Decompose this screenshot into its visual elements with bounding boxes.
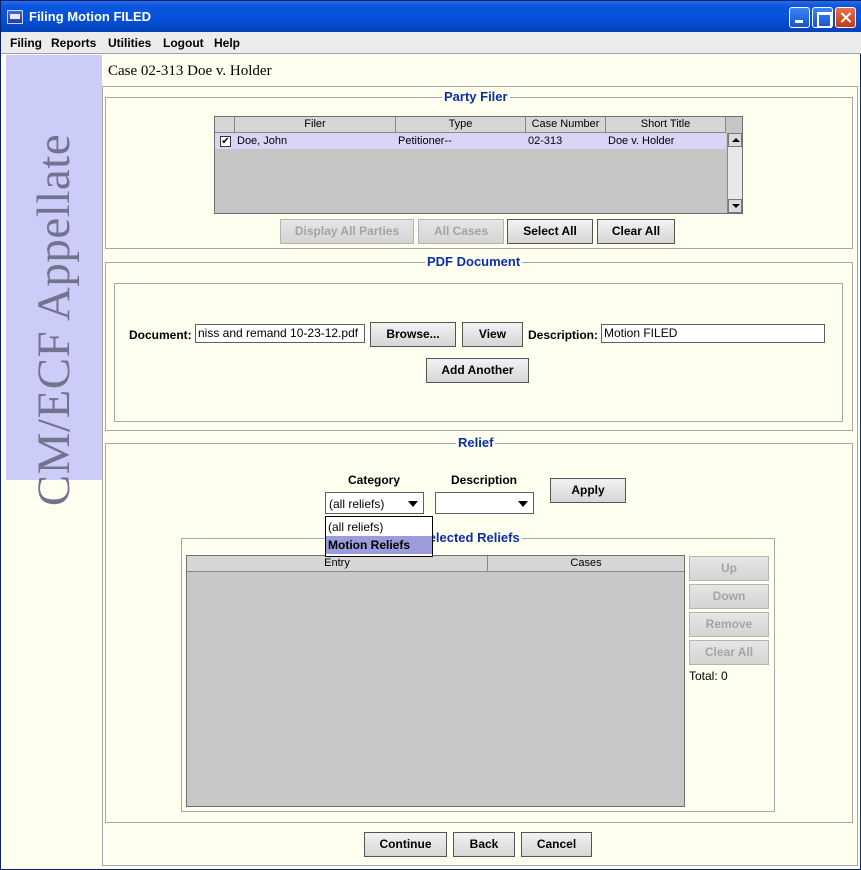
app-window: Filing Motion FILED Filing Reports Utili… bbox=[0, 0, 861, 870]
banner: CM/ECF Appellate bbox=[6, 55, 102, 506]
back-button[interactable]: Back bbox=[453, 832, 515, 857]
relief-title: Relief bbox=[456, 435, 496, 450]
category-select[interactable]: (all reliefs) bbox=[325, 492, 424, 514]
pdf-document-inner bbox=[114, 283, 843, 422]
dropdown-option-all-reliefs[interactable]: (all reliefs) bbox=[326, 518, 432, 536]
add-another-button[interactable]: Add Another bbox=[426, 358, 529, 383]
continue-button[interactable]: Continue bbox=[364, 832, 447, 857]
display-all-parties-button[interactable]: Display All Parties bbox=[280, 219, 414, 244]
table-header-check bbox=[215, 117, 235, 133]
browse-button[interactable]: Browse... bbox=[370, 322, 456, 347]
description-field[interactable]: Motion FILED bbox=[601, 324, 825, 343]
selected-reliefs-title: Selected Reliefs bbox=[418, 530, 522, 545]
title-bar[interactable]: Filing Motion FILED bbox=[1, 1, 861, 32]
clear-all-reliefs-button[interactable]: Clear All bbox=[689, 640, 769, 665]
category-label: Category bbox=[348, 473, 401, 487]
apply-button[interactable]: Apply bbox=[550, 478, 626, 503]
clear-all-button[interactable]: Clear All bbox=[597, 219, 675, 244]
table-header-short-title[interactable]: Short Title bbox=[606, 117, 726, 133]
menu-bar: Filing Reports Utilities Logout Help bbox=[1, 32, 861, 54]
minimize-button[interactable] bbox=[789, 7, 810, 28]
select-all-button[interactable]: Select All bbox=[507, 219, 593, 244]
table-header-filer[interactable]: Filer bbox=[235, 117, 396, 133]
description-label: Description: bbox=[528, 328, 599, 342]
category-select-value: (all reliefs) bbox=[329, 497, 385, 511]
category-dropdown-list[interactable]: (all reliefs) Motion Reliefs bbox=[325, 516, 433, 557]
selected-reliefs-table[interactable]: Entry Cases bbox=[186, 555, 685, 807]
party-filer-title: Party Filer bbox=[442, 89, 510, 104]
down-button[interactable]: Down bbox=[689, 584, 769, 609]
menu-filing[interactable]: Filing bbox=[10, 36, 42, 50]
menu-reports[interactable]: Reports bbox=[51, 36, 96, 50]
cancel-button[interactable]: Cancel bbox=[521, 832, 592, 857]
row-checkbox[interactable]: ✔ bbox=[220, 136, 231, 147]
table-header-cases[interactable]: Cases bbox=[488, 556, 684, 572]
cell-case-number: 02-313 bbox=[528, 135, 563, 147]
document-label: Document: bbox=[129, 328, 192, 342]
cell-filer: Doe, John bbox=[237, 135, 288, 147]
banner-text: CM/ECF Appellate bbox=[28, 133, 80, 507]
document-field[interactable]: niss and remand 10-23-12.pdf bbox=[195, 324, 365, 343]
chevron-down-icon bbox=[518, 501, 528, 507]
view-button[interactable]: View bbox=[462, 322, 523, 347]
close-button[interactable] bbox=[835, 7, 856, 28]
table-header-entry[interactable]: Entry bbox=[187, 556, 488, 572]
page-title: Case 02-313 Doe v. Holder bbox=[108, 63, 272, 79]
maximize-button[interactable] bbox=[812, 7, 833, 28]
table-scrollbar[interactable] bbox=[727, 133, 742, 213]
menu-help[interactable]: Help bbox=[214, 36, 240, 50]
remove-button[interactable]: Remove bbox=[689, 612, 769, 637]
window-title: Filing Motion FILED bbox=[29, 9, 152, 24]
cell-type: Petitioner-- bbox=[398, 135, 452, 147]
total-count: Total: 0 bbox=[689, 669, 728, 683]
menu-logout[interactable]: Logout bbox=[163, 36, 204, 50]
all-cases-button[interactable]: All Cases bbox=[418, 219, 504, 244]
up-button[interactable]: Up bbox=[689, 556, 769, 581]
relief-description-select[interactable] bbox=[435, 492, 534, 514]
pdf-document-title: PDF Document bbox=[425, 254, 523, 269]
cell-short-title: Doe v. Holder bbox=[608, 135, 675, 147]
scroll-down-icon[interactable] bbox=[728, 199, 742, 213]
dropdown-option-motion-reliefs[interactable]: Motion Reliefs bbox=[326, 536, 432, 554]
table-header-type[interactable]: Type bbox=[396, 117, 526, 133]
scroll-up-icon[interactable] bbox=[728, 133, 742, 147]
table-header-case-number[interactable]: Case Number bbox=[526, 117, 606, 133]
chevron-down-icon bbox=[408, 501, 418, 507]
app-icon bbox=[7, 10, 23, 24]
party-filer-table[interactable]: Filer Type Case Number Short Title ✔ Doe… bbox=[214, 116, 743, 214]
relief-description-label: Description bbox=[451, 473, 518, 487]
menu-utilities[interactable]: Utilities bbox=[108, 36, 151, 50]
